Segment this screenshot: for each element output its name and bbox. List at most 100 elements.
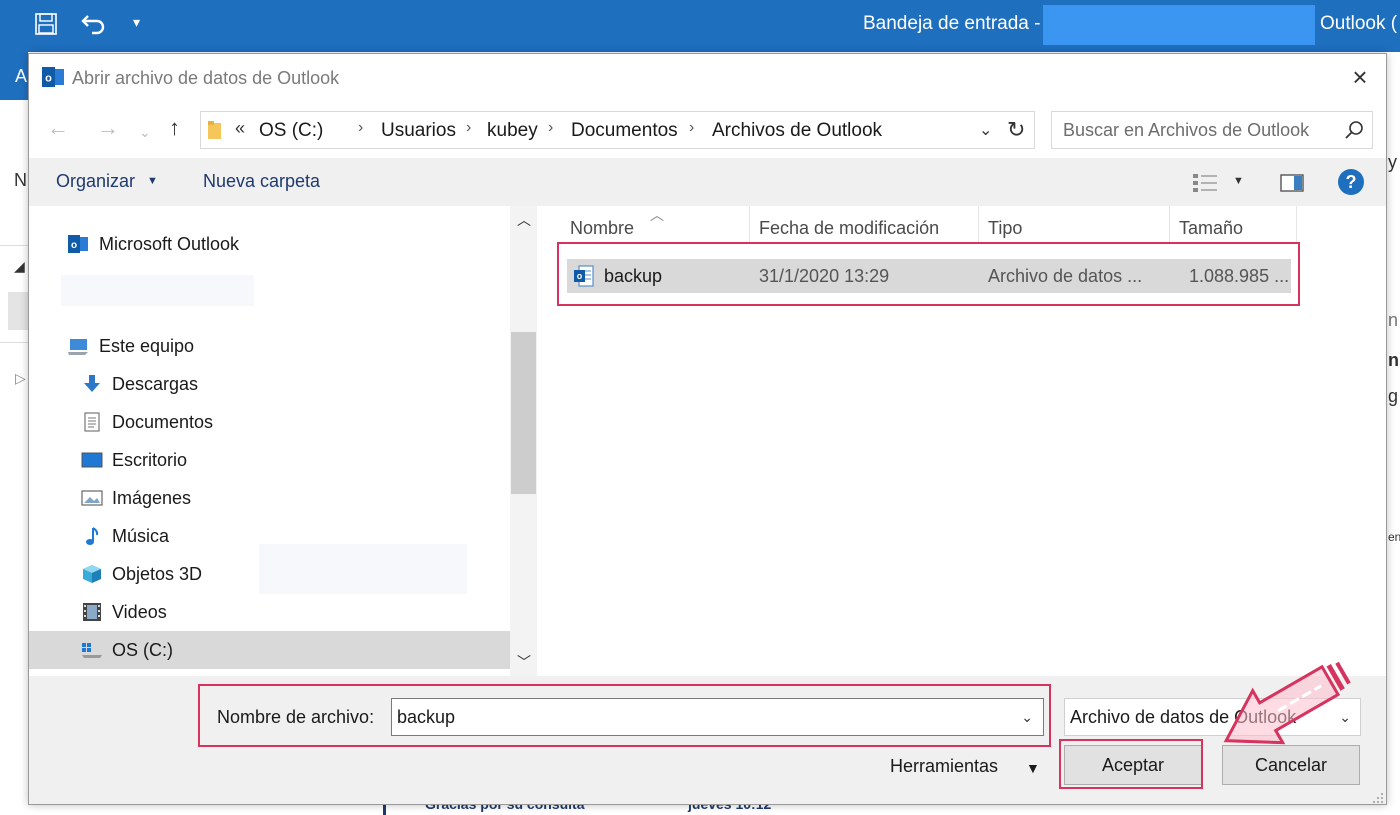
column-divider[interactable]	[1169, 206, 1170, 244]
caret-down-icon[interactable]: ▼	[1026, 760, 1040, 776]
nav-item-objetos-3d[interactable]: Objetos 3D	[29, 555, 510, 593]
scrollbar-thumb[interactable]	[511, 332, 536, 494]
column-divider[interactable]	[749, 206, 750, 244]
caret-down-icon[interactable]: ▼	[1233, 175, 1244, 187]
highlight-filename	[198, 684, 1051, 747]
reading-pane-fragment: en	[1388, 530, 1400, 544]
chevron-down-icon[interactable]: ⌄	[979, 120, 992, 140]
back-arrow-icon[interactable]: ←	[47, 116, 69, 140]
outlook-icon: o	[42, 67, 64, 87]
breadcrumb-separator-icon[interactable]: ›	[466, 119, 471, 137]
breadcrumb-archivos-de-outlook[interactable]: Archivos de Outlook	[712, 120, 882, 142]
breadcrumb-separator-icon[interactable]: ›	[548, 119, 553, 137]
folder-selection	[8, 292, 28, 330]
pictures-icon	[81, 490, 103, 506]
preview-pane-icon[interactable]	[1280, 174, 1304, 192]
nav-pane-scrollbar[interactable]: ︿ ﹀	[510, 206, 537, 676]
overflow-chevron-icon[interactable]: «	[235, 118, 245, 139]
save-icon[interactable]	[34, 12, 58, 36]
computer-icon	[68, 339, 88, 355]
highlight-file-row	[557, 242, 1300, 306]
up-arrow-icon[interactable]: ↑	[169, 116, 180, 140]
nav-item-label: OS (C:)	[112, 640, 173, 660]
collapse-icon[interactable]: ◢	[14, 258, 25, 275]
column-header-size[interactable]: Tamaño	[1179, 218, 1243, 239]
nav-item-imagenes[interactable]: Imágenes	[29, 479, 510, 517]
close-icon[interactable]: ×	[1346, 64, 1374, 92]
search-icon[interactable]	[1344, 120, 1364, 140]
dialog-titlebar: o Abrir archivo de datos de Outlook ×	[29, 54, 1386, 101]
nav-item-videos[interactable]: Videos	[29, 593, 510, 631]
divider	[0, 342, 28, 343]
nav-item-escritorio[interactable]: Escritorio	[29, 441, 510, 479]
reading-pane-fragment: g	[1388, 386, 1399, 406]
search-input[interactable]	[1052, 112, 1332, 148]
breadcrumb-kubey[interactable]: kubey	[487, 120, 538, 142]
highlight-accept-button	[1059, 739, 1203, 789]
scroll-up-icon[interactable]: ︿	[517, 210, 531, 230]
file-list-header: ︿ Nombre Fecha de modificación Tipo Tama…	[537, 206, 1386, 246]
desktop-icon	[81, 452, 103, 468]
outlook-window-title-suffix: Outlook (	[1320, 13, 1398, 34]
redacted-item	[61, 275, 254, 306]
account-email-redacted	[1043, 5, 1315, 45]
command-bar: Organizar ▼ Nueva carpeta ▼ ?	[29, 158, 1386, 206]
nav-item-label: Microsoft Outlook	[99, 234, 240, 254]
view-options-icon[interactable]	[1192, 172, 1218, 194]
breadcrumb-separator-icon[interactable]: ›	[689, 119, 694, 137]
column-header-name[interactable]: Nombre	[570, 218, 634, 239]
column-header-type[interactable]: Tipo	[988, 218, 1022, 239]
svg-text:o: o	[45, 73, 52, 85]
nav-item-os-c[interactable]: OS (C:)	[29, 631, 510, 669]
nav-item-label: Videos	[112, 602, 167, 622]
breadcrumb-os-c[interactable]: OS (C:)	[259, 120, 323, 142]
nav-item-descargas[interactable]: Descargas	[29, 365, 510, 403]
column-header-modified[interactable]: Fecha de modificación	[759, 218, 939, 239]
nav-item-microsoft-outlook[interactable]: o Microsoft Outlook	[29, 225, 510, 263]
navigation-bar: ← → ⌄ ↑ « OS (C:) › Usuarios › kubey › D…	[29, 104, 1386, 154]
outlook-icon: o	[68, 235, 88, 253]
download-icon	[84, 375, 100, 392]
breadcrumb-usuarios[interactable]: Usuarios	[381, 120, 456, 142]
nav-item-label: Escritorio	[112, 450, 188, 470]
address-bar[interactable]: « OS (C:) › Usuarios › kubey › Documento…	[200, 111, 1035, 149]
objects-3d-icon	[83, 565, 101, 583]
organize-button[interactable]: Organizar	[56, 171, 135, 192]
undo-icon[interactable]	[80, 10, 108, 38]
customize-toolbar-icon[interactable]: ▾	[133, 14, 140, 31]
column-divider[interactable]	[978, 206, 979, 244]
nav-item-documentos[interactable]: Documentos	[29, 403, 510, 441]
breadcrumb-separator-icon[interactable]: ›	[358, 119, 363, 137]
nav-item-label: Documentos	[112, 412, 214, 432]
music-icon	[86, 527, 99, 545]
ribbon-fragment: N	[14, 170, 27, 190]
nav-item-label: Este equipo	[99, 336, 195, 356]
recent-locations-icon[interactable]: ⌄	[139, 120, 151, 144]
videos-icon	[83, 603, 101, 621]
nav-item-label: Música	[112, 526, 170, 546]
help-icon[interactable]: ?	[1338, 169, 1364, 195]
nav-item-este-equipo[interactable]: Este equipo	[29, 327, 510, 365]
breadcrumb-documentos[interactable]: Documentos	[571, 120, 678, 142]
scroll-down-icon[interactable]: ﹀	[517, 652, 531, 672]
divider	[0, 245, 28, 246]
sort-ascending-icon: ︿	[650, 207, 664, 223]
navigation-pane: o Microsoft Outlook Este equipo Descarga…	[29, 206, 537, 676]
expand-icon[interactable]: ▷	[15, 370, 26, 387]
folder-icon	[208, 121, 221, 139]
search-box[interactable]	[1051, 111, 1373, 149]
ribbon-fragment: y	[1388, 152, 1397, 172]
tools-button[interactable]: Herramientas	[890, 756, 998, 777]
forward-arrow-icon[interactable]: →	[97, 116, 119, 140]
ribbon-tab-fragment[interactable]: A	[15, 66, 27, 87]
outlook-right-panel	[1386, 100, 1400, 815]
new-folder-button[interactable]: Nueva carpeta	[203, 171, 320, 192]
svg-text:o: o	[71, 240, 77, 251]
outlook-left-panel	[0, 100, 28, 815]
outlook-titlebar: ▾ Bandeja de entrada - Outlook (	[0, 0, 1400, 52]
resize-grip-icon[interactable]	[1370, 790, 1384, 804]
column-divider[interactable]	[1296, 206, 1297, 244]
refresh-icon[interactable]: ↻	[1007, 117, 1025, 143]
caret-down-icon[interactable]: ▼	[147, 175, 158, 187]
nav-item-label: Imágenes	[112, 488, 192, 508]
